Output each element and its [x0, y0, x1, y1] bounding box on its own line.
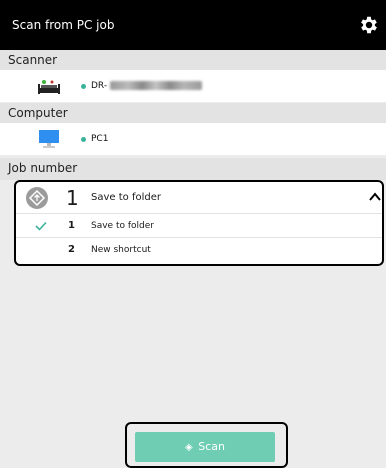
scan-button-highlight: ◈ Scan — [125, 422, 288, 468]
computer-name: PC1 — [91, 134, 109, 144]
scanner-status-dot — [81, 84, 86, 89]
app: Scan from PC job Scanner DR- Computer PC… — [0, 0, 386, 468]
scan-button-label: Scan — [198, 440, 225, 453]
computer-row[interactable]: PC1 — [0, 123, 386, 155]
monitor-icon — [39, 130, 59, 148]
job-heading: Job number — [0, 158, 386, 180]
job-option-number: 2 — [68, 244, 75, 255]
job-selected-row[interactable]: 1 Save to folder — [16, 182, 382, 214]
job-selected-number: 1 — [66, 186, 79, 210]
scanner-icon — [38, 80, 60, 94]
page-title: Scan from PC job — [12, 18, 115, 32]
job-dropdown[interactable]: 1 Save to folder 1 Save to folder 2 New … — [14, 180, 384, 266]
scanner-heading: Scanner — [0, 50, 386, 70]
job-option-1[interactable]: 1 Save to folder — [16, 214, 382, 238]
computer-status-dot — [81, 137, 86, 142]
title-bar: Scan from PC job — [0, 0, 386, 50]
check-icon — [35, 221, 47, 231]
computer-heading: Computer — [0, 103, 386, 123]
job-option-label: New shortcut — [91, 245, 151, 255]
scan-icon: ◈ — [185, 442, 193, 453]
scan-button[interactable]: ◈ Scan — [135, 432, 275, 462]
job-badge-icon — [26, 187, 48, 209]
gear-icon[interactable] — [358, 14, 380, 36]
scanner-model-redacted — [110, 81, 202, 90]
chevron-up-icon[interactable] — [368, 190, 382, 204]
job-option-label: Save to folder — [91, 221, 154, 231]
job-option-2[interactable]: 2 New shortcut — [16, 238, 382, 262]
job-selected-label: Save to folder — [91, 192, 161, 203]
scanner-model-prefix: DR- — [91, 81, 108, 91]
job-option-number: 1 — [68, 220, 75, 231]
